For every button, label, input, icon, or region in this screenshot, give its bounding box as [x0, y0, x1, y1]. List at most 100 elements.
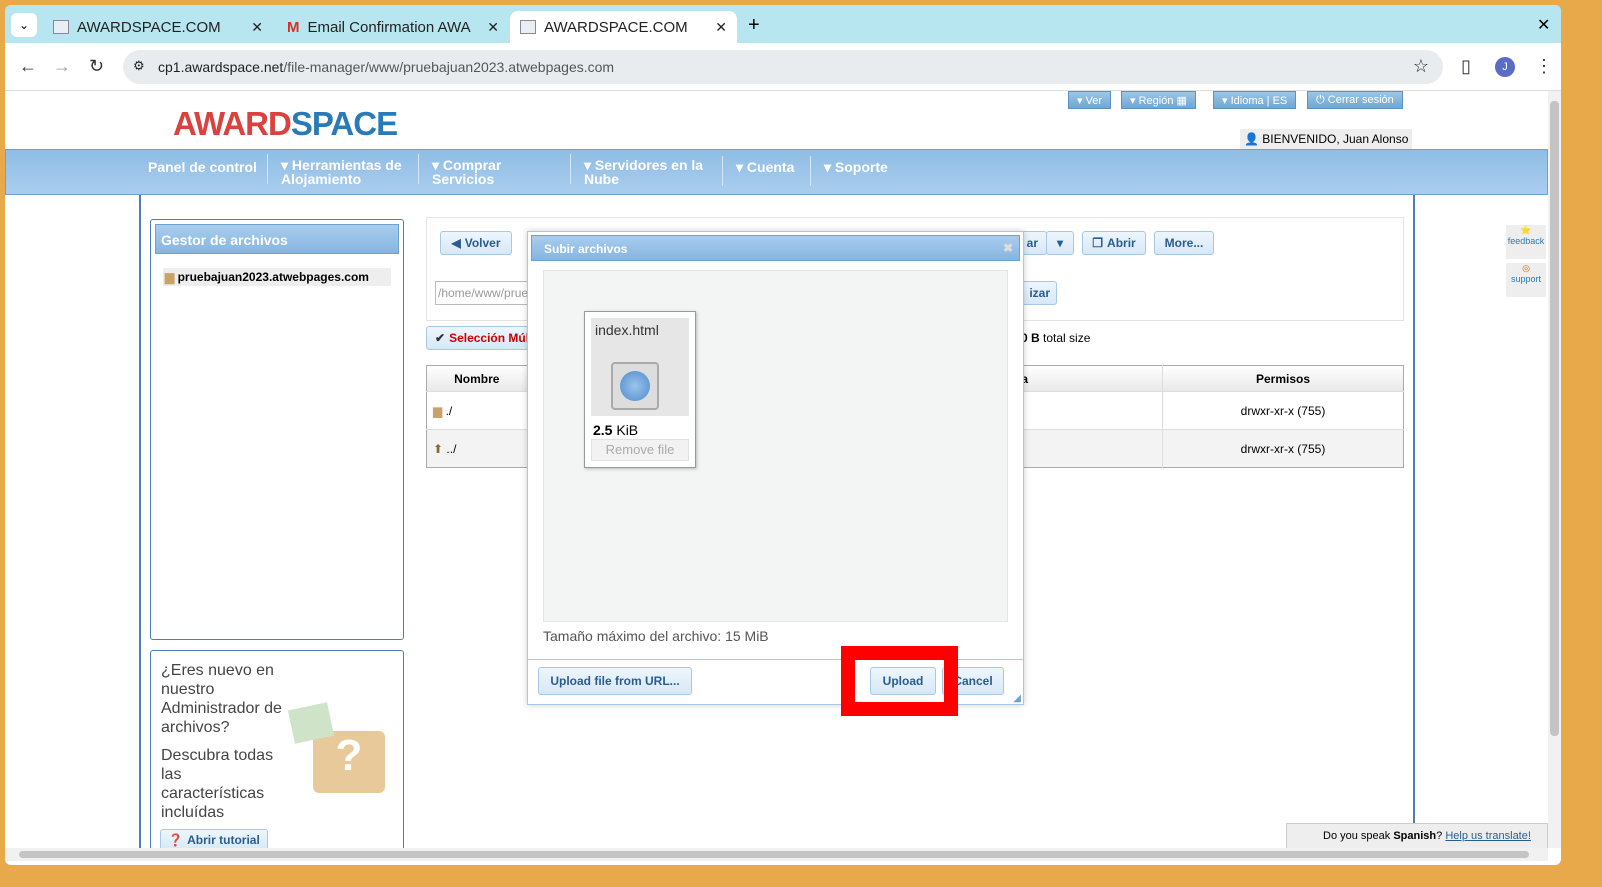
menu-icon[interactable]: ⋮: [1535, 56, 1553, 77]
open-button[interactable]: ❐ Abrir: [1082, 231, 1146, 255]
close-tab-icon[interactable]: ✕: [251, 19, 263, 36]
close-tab-icon[interactable]: ✕: [487, 19, 499, 36]
close-icon[interactable]: ✖: [1003, 241, 1013, 255]
logo-space: SPACE: [290, 105, 398, 142]
label: Servidores en la Nube: [584, 157, 704, 187]
site-settings-icon[interactable]: ⚙: [133, 58, 145, 74]
copy-icon: ❐: [1092, 236, 1104, 250]
text: ?: [1436, 830, 1446, 842]
url-host: cp1.awardspace.net: [158, 59, 284, 75]
label: Soporte: [834, 159, 888, 175]
dropdown-button[interactable]: ▾: [1046, 231, 1074, 255]
remove-file-button[interactable]: Remove file: [591, 439, 689, 461]
file-types-illustration: ?: [287, 676, 391, 796]
file-name: ../: [446, 441, 457, 456]
support-button[interactable]: ◎ support: [1506, 263, 1546, 297]
reload-icon[interactable]: ↻: [89, 56, 104, 77]
resize-handle-icon[interactable]: ◢: [1013, 693, 1021, 704]
folder-icon: ▆: [433, 403, 443, 418]
label: Ver: [1085, 95, 1103, 107]
dialog-titlebar[interactable]: Subir archivos ✖: [531, 235, 1020, 261]
page: AWARDSPACE ▾ Ver ▾ Región ▦ ▾ Idioma | E…: [5, 91, 1548, 848]
text: Do you speak: [1323, 830, 1394, 842]
file-size-unit: KiB: [616, 422, 639, 438]
file-name: index.html: [595, 322, 659, 338]
logo-award: AWARD: [173, 105, 292, 142]
check-icon: ✔: [435, 331, 446, 345]
language-dropdown[interactable]: ▾ Idioma | ES: [1213, 91, 1297, 109]
open-tutorial-button[interactable]: ❓ Abrir tutorial: [160, 829, 268, 848]
promo-text: Descubra todas las características inclu…: [161, 747, 274, 821]
nav-cloud[interactable]: ▾ Servidores en la Nube: [570, 154, 714, 187]
close-tab-icon[interactable]: ✕: [715, 19, 727, 36]
file-name: ./: [445, 403, 453, 418]
col-name[interactable]: Nombre: [427, 366, 527, 392]
path-input[interactable]: /home/www/prueb: [435, 281, 535, 305]
back-icon[interactable]: ←: [19, 56, 37, 77]
upload-from-url-button[interactable]: Upload file from URL...: [538, 667, 692, 695]
label: Idioma | ES: [1230, 95, 1288, 107]
tab-gmail[interactable]: M Email Confirmation AWA ✕: [277, 11, 509, 43]
permissions: drwxr-xr-x (755): [1162, 429, 1404, 468]
avatar[interactable]: J: [1495, 57, 1515, 77]
region-dropdown[interactable]: ▾ Región ▦: [1121, 91, 1196, 109]
feedback-button[interactable]: ⭐ feedback: [1506, 225, 1546, 259]
nav-buy[interactable]: ▾ Comprar Servicios: [418, 154, 542, 187]
permissions: drwxr-xr-x (755): [1162, 391, 1404, 430]
promo-question: ¿Eres nuevo en nuestro Administrador de …: [161, 662, 282, 736]
tab-strip: ⌄ AWARDSPACE.COM ✕ M Email Confirmation AW…: [5, 5, 1561, 43]
ver-dropdown[interactable]: ▾ Ver: [1068, 91, 1112, 109]
label: Abrir tutorial: [187, 833, 260, 847]
label: pruebajuan2023.atwebpages.com: [177, 270, 369, 284]
page-icon: [53, 20, 69, 34]
close-window-icon[interactable]: ✕: [1537, 15, 1550, 35]
awardspace-logo[interactable]: AWARDSPACE: [173, 105, 398, 143]
col-perms[interactable]: Permisos: [1162, 365, 1404, 392]
tab-awardspace-1[interactable]: AWARDSPACE.COM ✕: [43, 11, 273, 43]
multi-select-button[interactable]: ✔ Selección Múl: [426, 326, 536, 350]
label: Comprar Servicios: [432, 157, 502, 187]
nav-support[interactable]: ▾ Soporte: [810, 156, 888, 186]
new-tab-button[interactable]: +: [748, 14, 760, 37]
dropzone[interactable]: index.html 2.5 KiB Remove file: [543, 270, 1008, 622]
forward-icon[interactable]: →: [53, 56, 71, 77]
nav-panel[interactable]: Panel de control: [148, 160, 257, 174]
side-panel-icon[interactable]: ▯: [1461, 56, 1471, 77]
url-path: /file-manager/www/pruebajuan2023.atwebpa…: [283, 59, 615, 75]
gmail-icon: M: [287, 18, 300, 36]
total-size-label: total size: [1043, 331, 1091, 345]
more-button[interactable]: More...: [1154, 231, 1214, 255]
label: Selección Múl: [449, 331, 530, 345]
upload-highlight-box: [841, 646, 958, 716]
translate-bar: Do you speak Spanish? Help us translate!: [1286, 823, 1548, 848]
bookmark-star-icon[interactable]: ☆: [1413, 56, 1429, 77]
tab-search-button[interactable]: ⌄: [11, 13, 37, 37]
address-bar[interactable]: ⚙ cp1.awardspace.net/file-manager/www/pr…: [123, 50, 1443, 84]
tab-awardspace-active[interactable]: AWARDSPACE.COM ✕: [510, 11, 737, 43]
browser-window: ⌄ AWARDSPACE.COM ✕ M Email Confirmation AW…: [5, 5, 1561, 865]
back-button[interactable]: ◀ Volver: [440, 231, 512, 255]
label: support: [1510, 274, 1542, 284]
arrow-left-icon: ◀: [451, 236, 461, 250]
label: izar: [1029, 286, 1050, 300]
user-icon: 👤: [1244, 132, 1259, 146]
lang: Spanish: [1393, 830, 1437, 842]
logout-button[interactable]: ⏻ Cerrar sesión: [1307, 91, 1403, 109]
label: Región: [1138, 95, 1174, 107]
folder-up-icon: ⬆: [433, 441, 444, 456]
vertical-scrollbar[interactable]: [1548, 91, 1561, 848]
help-translate-link[interactable]: Help us translate!: [1445, 830, 1531, 842]
path-text: /home/www/prueb: [438, 286, 535, 300]
label: Herramientas de Alojamiento: [281, 157, 402, 187]
horizontal-scrollbar[interactable]: [5, 848, 1548, 861]
tree-item[interactable]: ▆ pruebajuan2023.atwebpages.com: [163, 268, 391, 286]
folder-icon: ▆: [165, 270, 175, 284]
label: ar: [1026, 236, 1038, 250]
nav-account[interactable]: ▾ Cuenta: [722, 156, 794, 186]
tab-title: AWARDSPACE.COM: [77, 18, 221, 36]
nav-hosting-tools[interactable]: ▾ Herramientas de Alojamiento: [267, 154, 411, 187]
welcome-text: BIENVENIDO, Juan Alonso: [1262, 132, 1409, 146]
label: feedback: [1507, 236, 1545, 246]
promo-panel: ¿Eres nuevo en nuestro Administrador de …: [150, 650, 404, 848]
web-file-icon: [611, 362, 659, 410]
